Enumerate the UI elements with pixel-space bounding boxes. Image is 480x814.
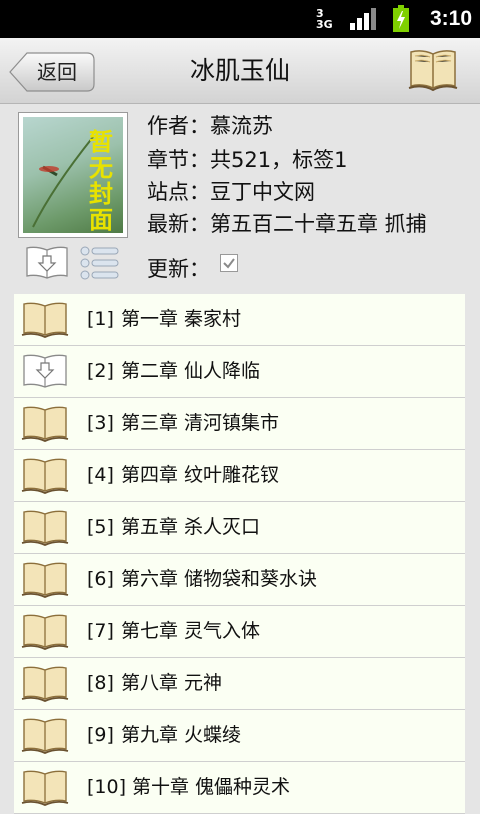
list-item[interactable]: [1] 第一章 秦家村 xyxy=(14,294,465,346)
list-item[interactable]: [3] 第三章 清河镇集市 xyxy=(14,398,465,450)
clock: 3:10 xyxy=(429,7,472,30)
book-open-icon xyxy=(21,718,69,754)
book-open-icon xyxy=(21,458,69,494)
update-label: 更新： xyxy=(147,257,210,281)
title-bar: 返回 冰肌玉仙 xyxy=(0,38,480,104)
chapter-list-icon[interactable] xyxy=(79,245,121,281)
list-item[interactable]: [9] 第九章 火蝶绫 xyxy=(14,710,465,762)
book-open-icon xyxy=(21,406,69,442)
chapter-title: 第八章 元神 xyxy=(121,672,223,694)
network-label-bottom: 3G xyxy=(316,18,333,31)
back-button[interactable]: 返回 xyxy=(9,52,95,92)
chapter-number: [5] xyxy=(87,516,114,538)
list-item[interactable]: [4] 第四章 纹叶雕花钗 xyxy=(14,450,465,502)
chapter-number: [7] xyxy=(87,620,114,642)
list-item[interactable]: [7] 第七章 灵气入体 xyxy=(14,606,465,658)
list-item[interactable]: [5] 第五章 杀人灭口 xyxy=(14,502,465,554)
site-line: 站点：豆丁中文网 xyxy=(147,180,315,204)
chapter-title: 第一章 秦家村 xyxy=(121,308,242,330)
cover-char: 封 xyxy=(89,179,113,208)
back-label: 返回 xyxy=(37,60,77,84)
cover-char: 无 xyxy=(89,153,113,182)
status-bar: 3 3G 3:10 xyxy=(0,0,480,38)
chapter-title: 第四章 纹叶雕花钗 xyxy=(121,464,280,486)
book-open-icon xyxy=(21,770,69,806)
chapter-number: [1] xyxy=(87,308,114,330)
chapter-number: [8] xyxy=(87,672,114,694)
open-book-icon[interactable] xyxy=(407,46,459,92)
list-item[interactable]: [6] 第六章 储物袋和葵水诀 xyxy=(14,554,465,606)
download-book-icon[interactable] xyxy=(24,244,70,280)
update-checkbox[interactable] xyxy=(220,254,238,272)
chapter-title: 第十章 傀儡种灵术 xyxy=(132,776,291,798)
chapter-title: 第六章 储物袋和葵水诀 xyxy=(121,568,318,590)
book-open-icon xyxy=(21,614,69,650)
book-open-icon xyxy=(21,562,69,598)
book-download-icon xyxy=(23,354,67,388)
cover-text: 暂 无 封 面 xyxy=(87,129,115,233)
cover-placeholder-image: 暂 无 封 面 xyxy=(23,117,123,233)
list-item[interactable]: [10] 第十章 傀儡种灵术 xyxy=(14,762,465,814)
book-open-icon xyxy=(21,302,69,338)
list-item[interactable]: [2] 第二章 仙人降临 xyxy=(14,346,465,398)
cover-char: 暂 xyxy=(89,127,113,156)
chapters-line: 章节：共521，标签1 xyxy=(147,148,348,172)
chapter-title: 第九章 火蝶绫 xyxy=(121,724,242,746)
signal-strength-icon xyxy=(350,8,376,30)
chapter-number: [3] xyxy=(87,412,114,434)
network-type-indicator: 3 3G xyxy=(316,8,333,30)
check-icon xyxy=(223,258,235,269)
battery-charging-icon xyxy=(393,5,409,32)
cover-char: 面 xyxy=(89,205,113,233)
chapter-title: 第二章 仙人降临 xyxy=(121,360,261,382)
chapter-title: 第七章 灵气入体 xyxy=(121,620,261,642)
chapter-number: [4] xyxy=(87,464,114,486)
chapter-number: [2] xyxy=(87,360,114,382)
book-open-icon xyxy=(21,510,69,546)
latest-chapter-line: 最新：第五百二十章五章 抓捕 xyxy=(147,212,427,236)
book-cover[interactable]: 暂 无 封 面 xyxy=(18,112,128,238)
book-open-icon xyxy=(21,666,69,702)
author-line: 作者：慕流苏 xyxy=(147,114,273,138)
chapter-title: 第三章 清河镇集市 xyxy=(121,412,280,434)
chapter-number: [10] xyxy=(87,776,127,798)
chapter-number: [6] xyxy=(87,568,114,590)
book-info-panel: 暂 无 封 面 作者：慕流苏 章节：共521，标签1 站点：豆丁中文网 最新：第… xyxy=(0,104,480,290)
chapter-list: [1] 第一章 秦家村 [2] 第二章 仙人降临 [3] 第三章 清河镇集市 [… xyxy=(14,294,465,814)
chapter-title: 第五章 杀人灭口 xyxy=(121,516,261,538)
chapter-number: [9] xyxy=(87,724,114,746)
list-item[interactable]: [8] 第八章 元神 xyxy=(14,658,465,710)
